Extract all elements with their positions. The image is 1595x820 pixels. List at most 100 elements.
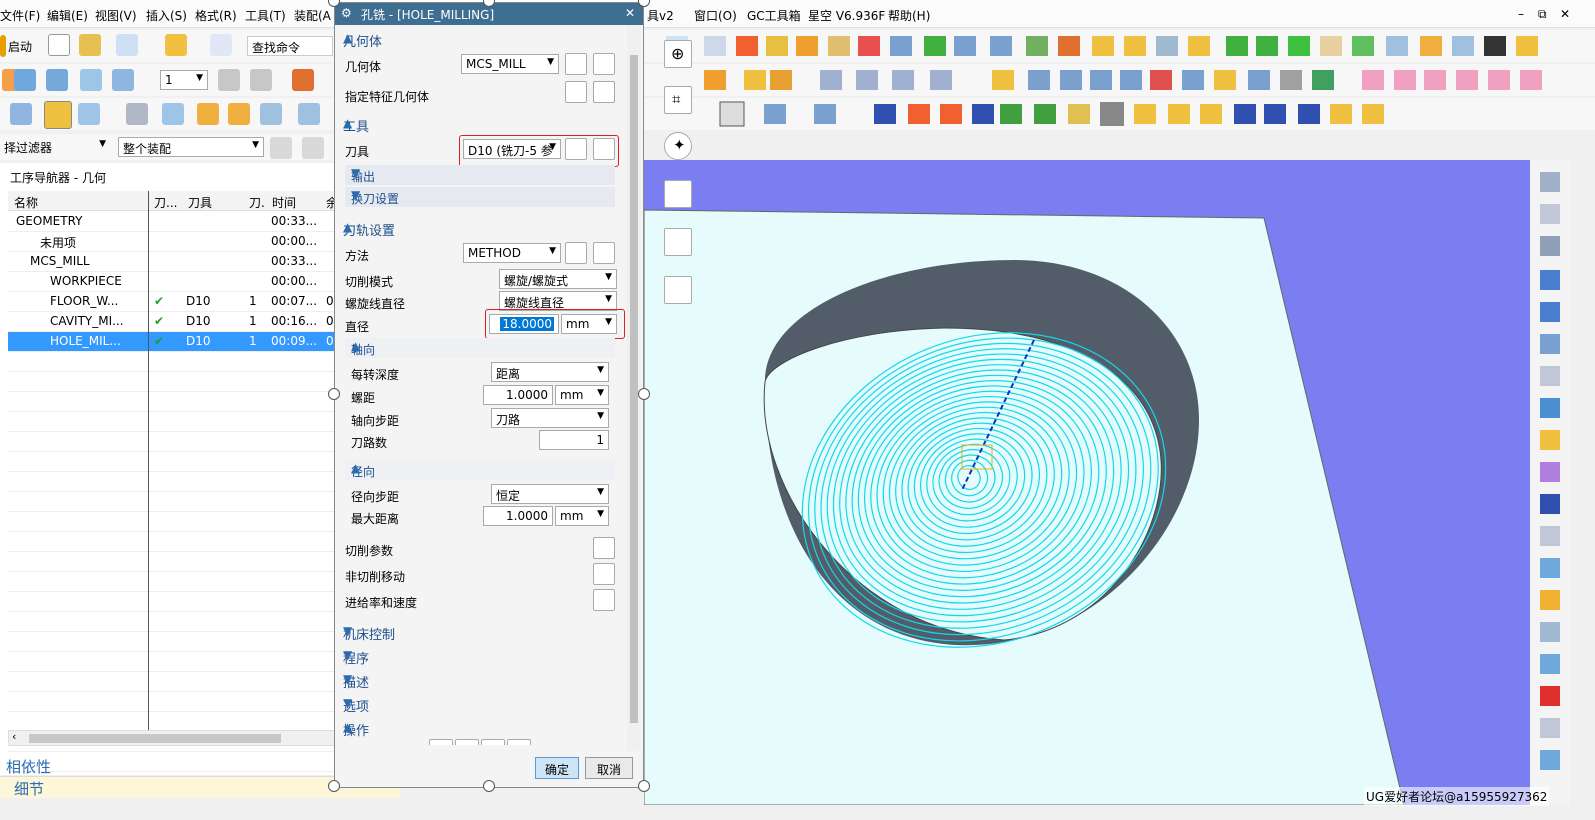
pitch-input[interactable]: 1.0000 (483, 385, 553, 405)
dialog-close-icon[interactable]: ✕ (625, 6, 635, 20)
table-row[interactable]: WORKPIECE 00:00... (8, 271, 340, 291)
open-folder-icon[interactable] (79, 34, 101, 56)
section-machine-control[interactable]: 机床控制 ▼ (337, 621, 625, 643)
dialog-scroll-thumb[interactable] (630, 55, 638, 723)
dialog-scrollbar[interactable] (627, 25, 641, 751)
table-row[interactable]: HOLE_MIL... ✔ D10 1 00:09... 0 (8, 331, 340, 351)
output-subsection[interactable]: 输出 ▼ (345, 165, 615, 185)
table-row[interactable]: CAVITY_MI... ✔ D10 1 00:16... 0 (8, 311, 340, 331)
edit-method-icon[interactable] (593, 242, 615, 264)
output-cls-icon[interactable] (298, 103, 320, 125)
expand-icon[interactable]: ▼ (343, 624, 619, 638)
cancel-button[interactable]: 取消 (585, 757, 633, 779)
pitch-unit-select[interactable]: mm ▼ (555, 385, 609, 405)
max-distance-unit-select[interactable]: mm ▼ (555, 506, 609, 526)
expand-icon[interactable]: ▼ (351, 166, 609, 180)
table-row[interactable]: FLOOR_W... ✔ D10 1 00:07... 0 (8, 291, 340, 311)
hint-bulb-icon[interactable]: ✦ (664, 132, 692, 160)
verify-icon[interactable] (197, 103, 219, 125)
program-view-icon[interactable] (10, 103, 32, 125)
new-file-icon[interactable] (48, 34, 70, 56)
col-toolpath[interactable]: 刀... (154, 194, 177, 211)
passes-input[interactable]: 1 (539, 430, 609, 450)
helix-diameter-select[interactable]: 螺旋线直径 ▼ (499, 291, 617, 311)
touch-mode-icon[interactable] (210, 34, 232, 56)
scroll-thumb[interactable] (29, 734, 281, 743)
table-row[interactable]: GEOMETRY 00:33... (8, 211, 340, 231)
paste-view-icon[interactable] (664, 228, 692, 256)
confirm-action-icon[interactable] (481, 739, 505, 745)
replay-action-icon[interactable] (455, 739, 479, 745)
max-distance-input[interactable]: 1.0000 (483, 506, 553, 526)
generate-icon[interactable] (162, 103, 184, 125)
menu-insert[interactable]: 插入(S) (146, 7, 187, 24)
display-feature-icon[interactable] (593, 81, 615, 103)
collapse-icon[interactable]: ▲ (343, 220, 619, 234)
start-icon[interactable] (0, 35, 6, 57)
col-name[interactable]: 名称 (14, 194, 38, 211)
restore-icon[interactable]: ⧉ (1538, 7, 1547, 22)
section-path-settings[interactable]: 刀轨设置 ▲ (337, 217, 625, 239)
menu-window[interactable]: 窗口(O) (694, 7, 737, 24)
crop-icon[interactable]: ⌗ (664, 86, 692, 114)
menu-tools-v2[interactable]: 具v2 (647, 7, 674, 24)
create-method-icon[interactable] (80, 69, 102, 91)
layer-visible-icon[interactable] (250, 69, 272, 91)
generate-action-icon[interactable] (429, 739, 453, 745)
filter-options-icon[interactable] (302, 137, 324, 159)
navigator-hscroll[interactable]: ‹ (8, 730, 340, 746)
undo-icon[interactable] (116, 34, 138, 56)
resize-handle[interactable] (328, 780, 340, 792)
axial-subsection[interactable]: 轴向 ▲ (345, 338, 615, 358)
section-geometry[interactable]: 几何体 ▲ (337, 28, 625, 50)
start-button[interactable]: 启动 (8, 38, 32, 55)
edit-geometry-icon[interactable] (593, 53, 615, 75)
col-tool[interactable]: 刀具 (188, 194, 212, 211)
menu-file[interactable]: 文件(F) (0, 7, 40, 24)
ok-button[interactable]: 确定 (535, 757, 579, 779)
axial-step-select[interactable]: 刀路 ▼ (491, 408, 609, 428)
layer-settings-icon[interactable] (218, 69, 240, 91)
close-window-icon[interactable]: ✕ (1560, 7, 1570, 21)
col-time[interactable]: 时间 (272, 194, 296, 211)
method-view-icon[interactable] (78, 103, 100, 125)
graphics-viewport[interactable] (643, 160, 1530, 806)
list-action-icon[interactable] (507, 739, 531, 745)
geometry-select[interactable]: MCS_MILL ▼ (461, 54, 559, 74)
path-icon[interactable] (126, 103, 148, 125)
expand-icon[interactable]: ▼ (343, 672, 619, 686)
new-geometry-icon[interactable] (565, 53, 587, 75)
radial-step-select[interactable]: 恒定 ▼ (491, 484, 609, 504)
menu-tools[interactable]: 工具(T) (245, 7, 286, 24)
cut-mode-select[interactable]: 螺旋/螺旋式 ▼ (499, 269, 617, 289)
create-operation-icon[interactable] (112, 69, 134, 91)
menu-assembly[interactable]: 装配(A (294, 7, 331, 24)
move-to-layer-icon[interactable] (292, 69, 314, 91)
assembly-scope-select[interactable]: 整个装配 ▼ (118, 137, 264, 157)
new-method-icon[interactable] (565, 242, 587, 264)
section-program[interactable]: 程序 ▼ (337, 645, 625, 667)
create-geometry-icon[interactable] (46, 69, 68, 91)
scroll-left-icon[interactable]: ‹ (12, 730, 16, 743)
table-row[interactable]: MCS_MILL 00:33... (8, 251, 340, 271)
method-select[interactable]: METHOD ▼ (463, 243, 561, 263)
toolbar-icons-row3[interactable] (644, 98, 1595, 130)
table-row[interactable]: 未用项 00:00... (8, 231, 340, 251)
col-tool-num[interactable]: 刀. (249, 194, 265, 211)
expand-icon[interactable]: ▼ (351, 188, 609, 202)
menu-edit[interactable]: 编辑(E) (47, 7, 88, 24)
menu-format[interactable]: 格式(R) (195, 7, 237, 24)
section-tool[interactable]: 工具 ▲ (337, 113, 625, 135)
postprocess-icon[interactable] (228, 103, 250, 125)
section-actions[interactable]: 操作 ▲ (337, 717, 625, 739)
menu-help[interactable]: 帮助(H) (888, 7, 930, 24)
depth-per-rev-select[interactable]: 距离 ▼ (491, 362, 609, 382)
cut-params-icon[interactable] (593, 537, 615, 559)
collapse-icon[interactable]: ▲ (351, 461, 609, 475)
section-description[interactable]: 描述 ▼ (337, 669, 625, 691)
zoom-icon[interactable]: ⊕ (664, 40, 692, 68)
shop-doc-icon[interactable] (260, 103, 282, 125)
geometry-view-icon[interactable] (44, 101, 72, 129)
section-options[interactable]: 选项 ▼ (337, 693, 625, 715)
expand-icon[interactable]: ▼ (343, 648, 619, 662)
